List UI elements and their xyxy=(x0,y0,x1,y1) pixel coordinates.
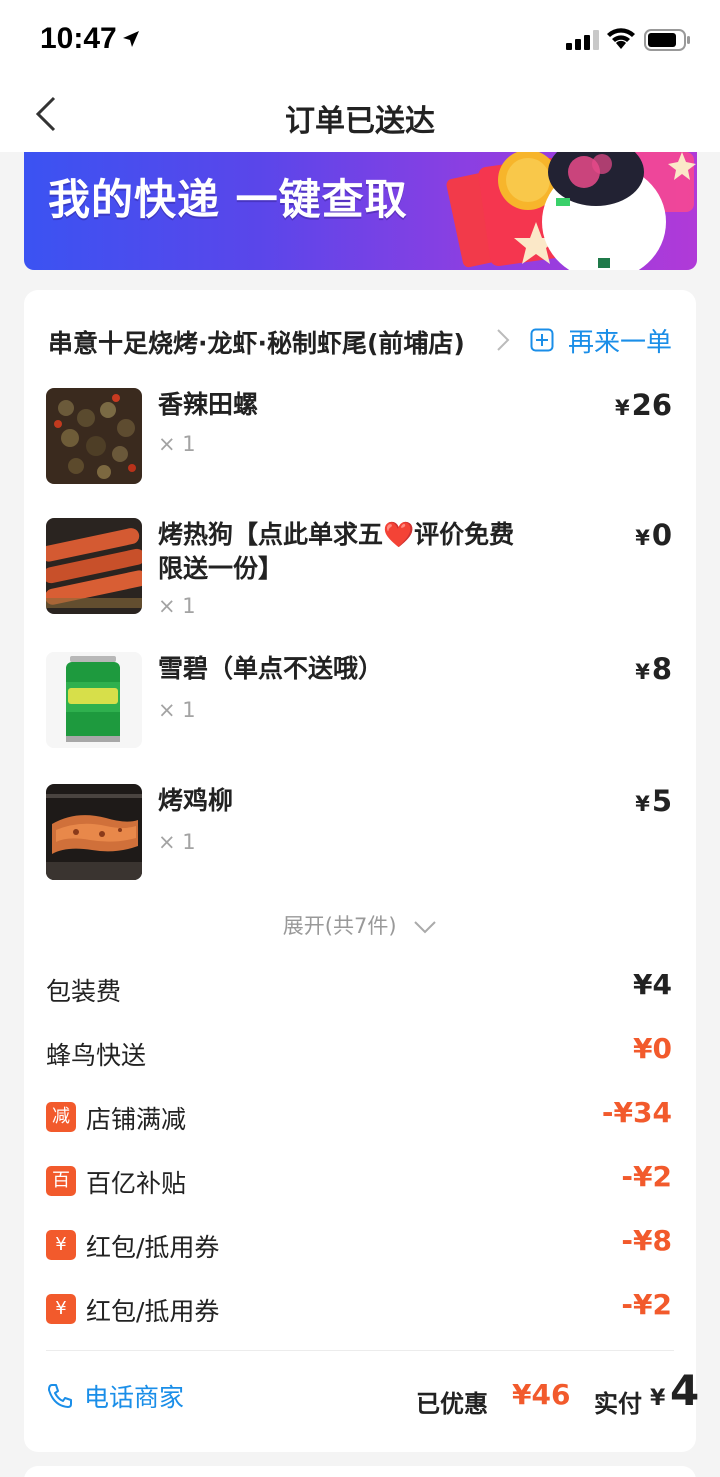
call-merchant-button[interactable]: 电话商家 xyxy=(46,1378,184,1414)
discount-label: 红包/抵用券 xyxy=(86,1233,220,1262)
delivery-fee-row: 蜂鸟快送 ¥0 xyxy=(46,1032,674,1072)
discount-value: -¥2 xyxy=(621,1160,672,1193)
item-qty: × 1 xyxy=(158,432,196,456)
paid-value: 4 xyxy=(670,1366,700,1415)
item-price: ¥5 xyxy=(635,784,672,818)
page-title: 订单已送达 xyxy=(285,104,435,139)
banner-headline: 我的快递 一键查取 xyxy=(48,175,408,224)
discount-row: 减 店铺满减 -¥34 xyxy=(46,1096,674,1136)
item-qty: × 1 xyxy=(158,698,196,722)
discount-value: -¥2 xyxy=(621,1288,672,1321)
discount-badge: ¥ xyxy=(46,1230,76,1260)
item-name: 香辣田螺 xyxy=(158,390,259,419)
nav-bar: 订单已送达 xyxy=(0,80,720,152)
list-item[interactable]: 烤鸡柳 × 1 ¥5 xyxy=(46,784,674,884)
location-arrow-icon xyxy=(123,31,139,47)
robot-mascot-icon xyxy=(446,152,696,270)
expand-items-button[interactable]: 展开(共7件) xyxy=(24,910,696,940)
list-item[interactable]: 香辣田螺 × 1 ¥26 xyxy=(46,388,674,488)
saved-value: ¥46 xyxy=(512,1378,571,1411)
next-card xyxy=(24,1466,696,1477)
discount-badge: 百 xyxy=(46,1166,76,1196)
fee-value: ¥0 xyxy=(633,1032,672,1065)
reorder-label: 再来一单 xyxy=(568,327,673,358)
order-card: 串意十足烧烤·龙虾·秘制虾尾(前埔店) 再来一单 香辣田螺 × 1 ¥26 烤热… xyxy=(24,290,699,1452)
discount-row: 百 百亿补贴 -¥2 xyxy=(46,1160,674,1200)
order-summary: 电话商家 已优惠 ¥46 实付 ¥ 4 xyxy=(46,1366,699,1430)
item-qty: × 1 xyxy=(158,830,196,854)
chevron-right-icon[interactable] xyxy=(496,328,510,352)
discount-row: ¥ 红包/抵用券 -¥8 xyxy=(46,1224,674,1264)
discount-label: 红包/抵用券 xyxy=(86,1297,220,1326)
item-qty: × 1 xyxy=(158,594,196,618)
divider xyxy=(46,1350,674,1351)
item-price: ¥26 xyxy=(615,388,672,422)
reorder-button[interactable]: 再来一单 xyxy=(530,320,674,360)
discount-label: 店铺满减 xyxy=(86,1105,187,1134)
item-price: ¥8 xyxy=(635,652,672,686)
snail-dish-photo xyxy=(46,388,142,484)
item-name: 烤热狗【点此单求五❤️评价免费限送一份】 xyxy=(158,520,515,583)
discount-label: 百亿补贴 xyxy=(86,1169,187,1198)
call-label: 电话商家 xyxy=(84,1383,185,1412)
list-item[interactable]: 烤热狗【点此单求五❤️评价免费限送一份】 × 1 ¥0 xyxy=(46,518,674,618)
chevron-down-icon xyxy=(414,921,436,934)
fee-value: ¥4 xyxy=(633,968,672,1001)
grilled-chicken-photo xyxy=(46,784,142,880)
fee-label: 蜂鸟快送 xyxy=(46,1041,147,1070)
list-item[interactable]: 雪碧（单点不送哦） × 1 ¥8 xyxy=(46,652,674,752)
discount-badge: ¥ xyxy=(46,1294,76,1324)
wifi-icon xyxy=(607,28,635,49)
shop-header: 串意十足烧烤·龙虾·秘制虾尾(前埔店) 再来一单 xyxy=(48,320,672,360)
saved-label: 已优惠 xyxy=(416,1390,488,1418)
paid-currency: ¥ xyxy=(650,1386,666,1411)
item-name: 烤鸡柳 xyxy=(158,786,234,815)
discount-badge: 减 xyxy=(46,1102,76,1132)
plus-square-icon xyxy=(530,328,554,352)
grilled-sausage-photo xyxy=(46,518,142,614)
item-price: ¥0 xyxy=(635,518,672,552)
discount-row: ¥ 红包/抵用券 -¥2 xyxy=(46,1288,674,1328)
discount-value: -¥34 xyxy=(601,1096,672,1129)
discount-value: -¥8 xyxy=(621,1224,672,1257)
battery-icon xyxy=(644,29,690,51)
sprite-can-photo xyxy=(46,652,142,748)
paid-label: 实付 xyxy=(594,1390,642,1418)
fee-label: 包装费 xyxy=(46,977,122,1006)
expand-label: 展开(共7件) xyxy=(282,914,397,938)
status-time: 10:47 xyxy=(40,22,117,55)
item-name: 雪碧（单点不送哦） xyxy=(158,654,384,683)
phone-icon xyxy=(48,1384,72,1408)
packaging-fee-row: 包装费 ¥4 xyxy=(46,968,674,1008)
status-bar: 10:47 xyxy=(0,0,720,80)
shop-name[interactable]: 串意十足烧烤·龙虾·秘制虾尾(前埔店) xyxy=(48,324,465,360)
express-pickup-banner[interactable]: 我的快递 一键查取 xyxy=(24,152,697,270)
cellular-signal-icon xyxy=(566,30,599,50)
